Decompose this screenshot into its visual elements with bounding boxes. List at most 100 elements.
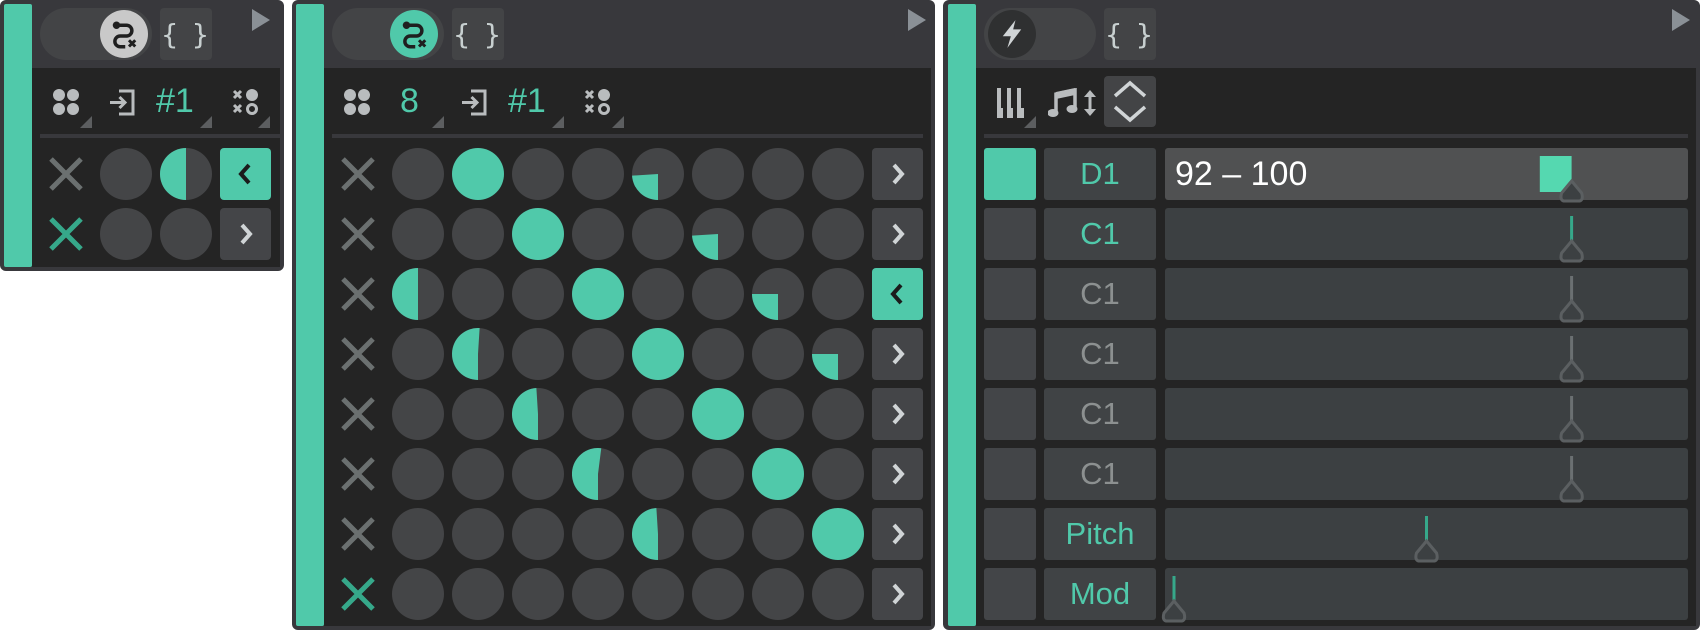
value-slider[interactable]: [1165, 448, 1688, 503]
mute-x-icon[interactable]: [340, 216, 376, 252]
row-direction-button[interactable]: [872, 448, 923, 500]
step-cell[interactable]: [452, 268, 504, 320]
mute-x-icon[interactable]: [340, 276, 376, 312]
step-cell[interactable]: [632, 388, 684, 440]
slider-track[interactable]: [1165, 388, 1688, 443]
step-cell[interactable]: [632, 268, 684, 320]
channel-selector[interactable]: #1: [508, 82, 546, 120]
step-cell[interactable]: [632, 328, 684, 380]
step-cell[interactable]: [572, 508, 624, 560]
row-direction-button[interactable]: [872, 328, 923, 380]
step-cell[interactable]: [392, 508, 444, 560]
import-icon[interactable]: [460, 88, 488, 117]
mute-x-icon[interactable]: [340, 516, 376, 552]
play-icon[interactable]: [908, 9, 926, 31]
step-cell[interactable]: [392, 568, 444, 620]
step-cell[interactable]: [512, 268, 564, 320]
value-slider[interactable]: [1165, 328, 1688, 383]
row-source-label[interactable]: Mod: [1044, 568, 1156, 620]
row-enable-toggle[interactable]: [984, 328, 1036, 380]
step-cell[interactable]: [512, 328, 564, 380]
code-button[interactable]: { }: [160, 8, 212, 60]
step-cell[interactable]: [752, 508, 804, 560]
step-cell[interactable]: [632, 568, 684, 620]
value-slider[interactable]: 92 – 100: [1165, 148, 1688, 203]
toggle-knob[interactable]: [988, 10, 1036, 58]
step-cell[interactable]: [812, 568, 864, 620]
step-cell[interactable]: [452, 508, 504, 560]
step-cell[interactable]: [452, 148, 504, 200]
step-cell[interactable]: [752, 268, 804, 320]
row-enable-toggle[interactable]: [984, 568, 1036, 620]
step-cell[interactable]: [692, 208, 744, 260]
play-icon[interactable]: [1672, 9, 1690, 31]
toggle-knob[interactable]: [390, 10, 438, 58]
step-cell[interactable]: [572, 328, 624, 380]
step-cell[interactable]: [392, 388, 444, 440]
row-direction-button[interactable]: [872, 148, 923, 200]
mute-x-icon[interactable]: [340, 156, 376, 192]
step-cell[interactable]: [692, 148, 744, 200]
mute-x-icon[interactable]: [48, 156, 84, 192]
step-cell[interactable]: [752, 388, 804, 440]
step-cell[interactable]: [812, 508, 864, 560]
step-cell[interactable]: [392, 448, 444, 500]
step-count-selector[interactable]: 8: [400, 82, 419, 120]
step-cell[interactable]: [512, 508, 564, 560]
slider-track[interactable]: [1165, 148, 1688, 203]
route-toggle[interactable]: [332, 8, 444, 60]
row-source-label[interactable]: C1: [1044, 268, 1156, 320]
row-direction-button[interactable]: [220, 208, 271, 260]
row-direction-button[interactable]: [872, 208, 923, 260]
step-cell[interactable]: [572, 208, 624, 260]
row-enable-toggle[interactable]: [984, 208, 1036, 260]
step-cell[interactable]: [632, 148, 684, 200]
step-cell[interactable]: [632, 208, 684, 260]
play-icon[interactable]: [252, 9, 270, 31]
row-source-label[interactable]: D1: [1044, 148, 1156, 200]
step-cell[interactable]: [452, 388, 504, 440]
step-cell[interactable]: [392, 328, 444, 380]
row-source-label[interactable]: C1: [1044, 448, 1156, 500]
value-slider[interactable]: [1161, 568, 1688, 623]
value-slider[interactable]: [1165, 208, 1688, 263]
row-direction-button[interactable]: [220, 148, 271, 200]
step-cell[interactable]: [752, 448, 804, 500]
mute-x-icon[interactable]: [48, 216, 84, 252]
row-enable-toggle[interactable]: [984, 148, 1036, 200]
step-cell[interactable]: [392, 208, 444, 260]
step-cell[interactable]: [512, 388, 564, 440]
note-up-down-icon[interactable]: [1048, 88, 1098, 118]
route-toggle[interactable]: [40, 8, 152, 60]
step-cell[interactable]: [812, 388, 864, 440]
step-cell[interactable]: [160, 148, 212, 200]
row-direction-button[interactable]: [872, 568, 923, 620]
dots-grid-icon[interactable]: [343, 88, 371, 116]
xo-pattern-icon[interactable]: [232, 88, 260, 116]
step-cell[interactable]: [572, 388, 624, 440]
step-cell[interactable]: [572, 448, 624, 500]
step-cell[interactable]: [452, 328, 504, 380]
row-direction-button[interactable]: [872, 388, 923, 440]
step-cell[interactable]: [692, 328, 744, 380]
step-cell[interactable]: [452, 568, 504, 620]
step-cell[interactable]: [392, 268, 444, 320]
step-cell[interactable]: [512, 148, 564, 200]
mute-x-icon[interactable]: [340, 576, 376, 612]
row-source-label[interactable]: C1: [1044, 208, 1156, 260]
row-direction-button[interactable]: [872, 268, 923, 320]
step-cell[interactable]: [812, 268, 864, 320]
dots-grid-icon[interactable]: [52, 88, 80, 116]
row-enable-toggle[interactable]: [984, 448, 1036, 500]
code-button[interactable]: { }: [1104, 8, 1156, 60]
step-cell[interactable]: [100, 208, 152, 260]
step-cell[interactable]: [100, 148, 152, 200]
step-cell[interactable]: [452, 208, 504, 260]
slider-track[interactable]: [1165, 268, 1688, 323]
row-source-label[interactable]: C1: [1044, 328, 1156, 380]
step-cell[interactable]: [160, 208, 212, 260]
step-cell[interactable]: [512, 208, 564, 260]
step-cell[interactable]: [512, 448, 564, 500]
code-button[interactable]: { }: [452, 8, 504, 60]
step-cell[interactable]: [572, 568, 624, 620]
